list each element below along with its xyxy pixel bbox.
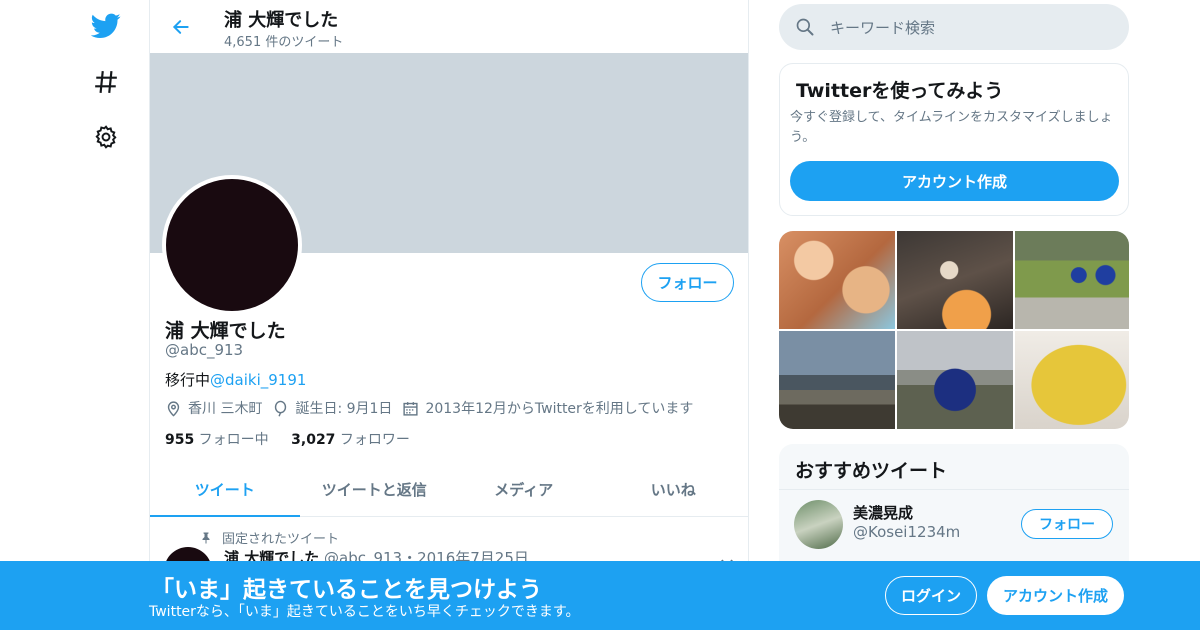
bottom-signup-bar: 「いま」起きていることを見つけよう Twitterなら、「いま」起きていることを… <box>0 561 1200 630</box>
signup-card-title: Twitterを使ってみよう <box>796 80 1004 102</box>
follow-button[interactable]: フォロー <box>641 263 734 302</box>
media-thumbnail[interactable] <box>779 231 895 329</box>
twitter-bird-icon <box>91 13 121 38</box>
location-text: 香川 三木町 <box>188 401 263 417</box>
profile-meta: 香川 三木町 誕生日: 9月1日 2013年12月からTwitterを利用してい… <box>165 398 703 418</box>
profile-bio: 移行中@daiki_9191 <box>165 369 306 390</box>
media-grid <box>779 231 1129 429</box>
recommended-title: おすすめツイート <box>795 460 948 482</box>
profile-name: 浦 大輝でした <box>165 320 286 342</box>
search-icon <box>796 18 814 36</box>
joined-text: 2013年12月からTwitterを利用しています <box>425 401 694 417</box>
tab-tweets-replies[interactable]: ツイートと返信 <box>300 462 450 516</box>
media-thumbnail[interactable] <box>1015 231 1129 329</box>
media-thumbnail[interactable] <box>1015 331 1129 429</box>
joined-item: 2013年12月からTwitterを利用しています <box>402 398 693 418</box>
tweet-count: 4,651 件のツイート <box>224 35 344 50</box>
settings-button[interactable] <box>86 117 126 157</box>
profile-stats: 955 フォロー中 3,027 フォロワー <box>165 429 428 449</box>
create-account-button[interactable]: アカウント作成 <box>790 161 1119 201</box>
location-pin-icon <box>167 400 180 417</box>
tab-tweets[interactable]: ツイート <box>150 462 300 517</box>
recommended-user-handle: @Kosei1234m <box>853 523 961 541</box>
pinned-label: 固定されたツイート <box>200 528 339 547</box>
search-input[interactable]: キーワード検索 <box>779 4 1129 50</box>
bottom-bar-title: 「いま」起きていることを見つけよう <box>151 577 542 603</box>
recommended-user-name[interactable]: 美濃晃成 <box>853 502 913 523</box>
back-button[interactable] <box>166 12 196 42</box>
signup-card-text: 今すぐ登録して、タイムラインをカスタマイズしましょう。 <box>790 110 1113 145</box>
following-label: フォロー中 <box>194 432 269 448</box>
following-count: 955 <box>165 432 195 448</box>
pin-icon <box>202 532 210 544</box>
recommended-user-avatar[interactable] <box>794 500 843 549</box>
bio-mention-link[interactable]: @daiki_9191 <box>210 371 306 389</box>
calendar-icon <box>403 401 419 416</box>
balloon-icon <box>275 400 287 417</box>
birthday-text: 誕生日: 9月1日 <box>295 401 393 417</box>
media-thumbnail[interactable] <box>779 331 895 429</box>
profile-tabs: ツイート ツイートと返信 メディア いいね <box>150 462 748 517</box>
signup-button[interactable]: アカウント作成 <box>987 576 1124 615</box>
pinned-tweet[interactable]: 固定されたツイート 浦 大輝でした @abc_913・2016年7月25日 <box>150 517 748 595</box>
followers-label: フォロワー <box>335 432 410 448</box>
search-placeholder: キーワード検索 <box>830 19 936 37</box>
header-title: 浦 大輝でした <box>224 10 339 31</box>
pinned-label-text: 固定されたツイート <box>222 532 340 547</box>
hashtag-icon <box>95 71 117 93</box>
divider <box>779 489 1129 490</box>
media-thumbnail[interactable] <box>897 231 1013 329</box>
gear-icon <box>95 125 117 149</box>
profile-header: 浦 大輝でした 4,651 件のツイート <box>150 0 748 53</box>
followers-link[interactable]: 3,027 フォロワー <box>291 429 410 449</box>
explore-button[interactable] <box>86 62 126 102</box>
bio-text: 移行中 <box>165 371 211 389</box>
media-thumbnail[interactable] <box>897 331 1013 429</box>
recommended-follow-button[interactable]: フォロー <box>1021 509 1113 539</box>
tab-likes[interactable]: いいね <box>599 462 749 516</box>
profile-handle: @abc_913 <box>165 341 244 359</box>
tab-media[interactable]: メディア <box>449 462 599 516</box>
bottom-bar-subtitle: Twitterなら、「いま」起きていることをいち早くチェックできます。 <box>149 604 580 620</box>
profile-column: 浦 大輝でした 4,651 件のツイート フォロー 浦 大輝でした @abc_9… <box>149 0 749 630</box>
birthday-item: 誕生日: 9月1日 <box>272 398 392 418</box>
page: 浦 大輝でした 4,651 件のツイート フォロー 浦 大輝でした @abc_9… <box>0 0 1200 630</box>
location-item: 香川 三木町 <box>165 398 262 418</box>
arrow-left-icon <box>172 20 189 34</box>
following-link[interactable]: 955 フォロー中 <box>165 429 269 449</box>
signup-card: Twitterを使ってみよう 今すぐ登録して、タイムラインをカスタマイズしましょ… <box>779 63 1129 216</box>
twitter-logo-button[interactable] <box>86 6 126 46</box>
login-button[interactable]: ログイン <box>885 576 977 615</box>
profile-avatar[interactable] <box>162 175 302 315</box>
followers-count: 3,027 <box>291 432 336 448</box>
